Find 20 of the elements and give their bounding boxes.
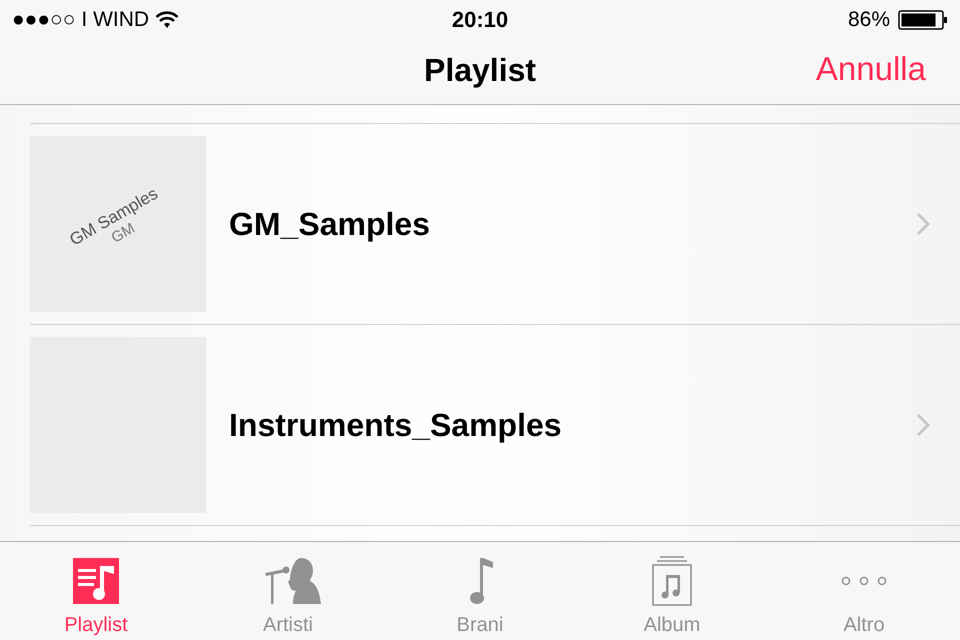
more-icon xyxy=(839,576,889,586)
tab[interactable]: Album xyxy=(576,542,768,640)
chevron-icon xyxy=(916,212,930,236)
screen-title: Playlist xyxy=(424,52,536,88)
tab[interactable]: Playlist xyxy=(0,542,192,640)
battery-icon xyxy=(898,10,948,30)
tab[interactable]: Altro xyxy=(768,542,960,640)
tab[interactable]: Brani xyxy=(384,542,576,640)
tab[interactable]: Artisti xyxy=(192,542,384,640)
battery-percent: 86% xyxy=(848,8,890,32)
playlist-title: Instruments_Samples xyxy=(229,406,563,444)
chevron-icon xyxy=(916,413,930,437)
playlist-icon xyxy=(71,556,121,606)
clock: 20:10 xyxy=(452,7,508,33)
playlist-row[interactable]: Instruments_Samples xyxy=(30,325,960,526)
carrier-name: I WIND xyxy=(81,8,150,32)
cancel-button[interactable]: Annulla xyxy=(816,50,926,88)
playlist-title: GM_Samples xyxy=(229,206,431,242)
signal-strength: ●●●○○ xyxy=(12,8,76,32)
wifi-icon xyxy=(155,11,180,29)
